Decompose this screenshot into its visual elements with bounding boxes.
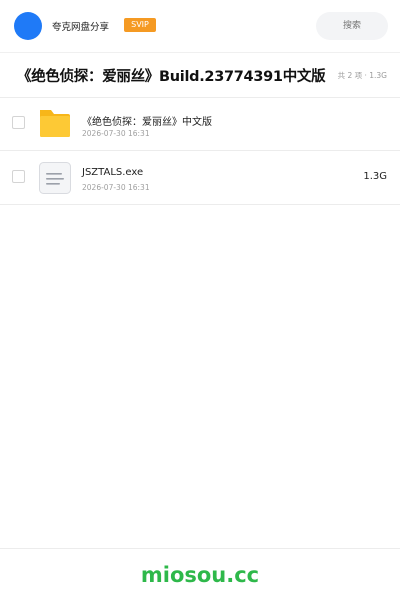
watermark-brand: miosou.cc: [140, 563, 260, 587]
folder-icon: [38, 107, 72, 141]
file-size: 1.3G: [363, 171, 387, 182]
share-page: 夸克网盘分享 SVIP 《绝色侦探：爱丽丝》Build.23774391中文版 …: [0, 0, 400, 600]
search-input[interactable]: [316, 12, 388, 40]
folder-summary: 共 2 项 · 1.3G: [337, 71, 387, 80]
footer: miosou.cc: [0, 548, 400, 600]
file-date: 2026-07-30 16:31: [82, 129, 150, 138]
file-row[interactable]: 《绝色侦探：爱丽丝》中文版 2026-07-30 16:31: [0, 97, 400, 151]
file-row[interactable]: JSZTALS.exe 2026-07-30 16:31 1.3G: [0, 151, 400, 205]
row-checkbox[interactable]: [12, 116, 25, 129]
document-icon: [38, 161, 72, 195]
row-checkbox[interactable]: [12, 170, 25, 183]
share-title: 夸克网盘分享: [52, 22, 110, 33]
folder-header: 《绝色侦探：爱丽丝》Build.23774391中文版 共 2 项 · 1.3G: [0, 52, 400, 98]
folder-title: 《绝色侦探：爱丽丝》Build.23774391中文版: [17, 69, 326, 85]
svip-badge: SVIP: [124, 18, 156, 32]
file-name[interactable]: JSZTALS.exe: [82, 167, 143, 178]
file-date: 2026-07-30 16:31: [82, 183, 150, 192]
avatar[interactable]: [14, 12, 42, 40]
top-bar: 夸克网盘分享 SVIP: [0, 0, 400, 53]
file-name[interactable]: 《绝色侦探：爱丽丝》中文版: [82, 113, 212, 128]
